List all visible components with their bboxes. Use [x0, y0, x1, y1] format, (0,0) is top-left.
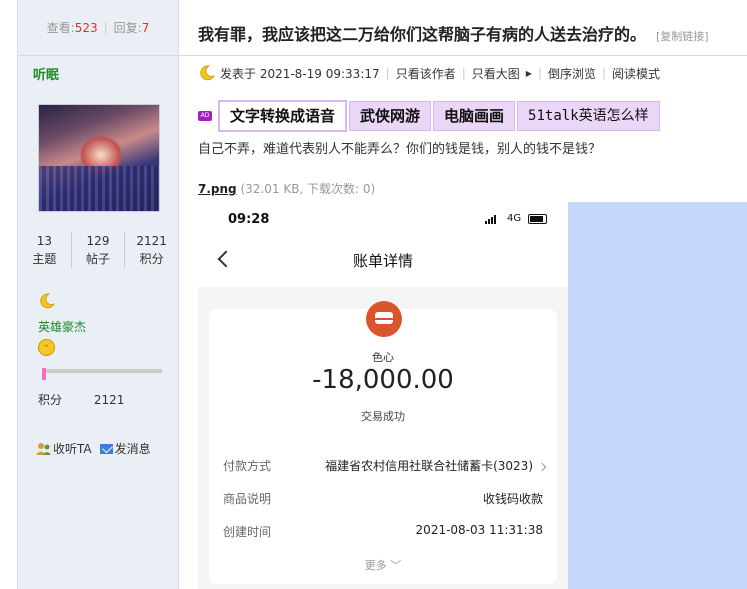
row-value: 2021-08-03 11:31:38	[415, 523, 543, 537]
more-label: 更多	[364, 559, 387, 572]
transaction-status: 交易成功	[361, 410, 405, 423]
divider: |	[537, 66, 542, 80]
divider: |	[103, 20, 108, 35]
phone-time: 09:28	[228, 212, 270, 227]
ad-bar: AD 文字转换成语音 武侠网游 电脑画画 51talk英语怎么样	[198, 100, 662, 132]
posted-time: 发表于 2021-8-19 09:33:17	[220, 66, 380, 81]
phone-nav-title: 账单详情	[352, 252, 413, 270]
row-label: 付款方式	[223, 459, 272, 473]
view-count: 523	[74, 20, 98, 35]
reverse-order-link[interactable]: 倒序浏览	[548, 65, 596, 82]
author-actions: 收听TA 发消息	[36, 440, 151, 457]
phone-status-bar: 09:28 4G	[198, 202, 568, 237]
count-posts[interactable]: 129 帖子	[72, 232, 126, 268]
count-value: 2121	[136, 234, 167, 248]
attachment-info: (32.01 KB, 下载次数: 0)	[240, 182, 376, 196]
count-label: 积分	[139, 252, 164, 266]
attached-screenshot[interactable]: 09:28 4G 账单详情 色心 -18,000.00 交易成功 付款方式 福建…	[198, 202, 568, 589]
avatar[interactable]	[38, 104, 160, 212]
chevron-down-icon: ﹀	[390, 559, 402, 572]
mail-icon	[99, 443, 113, 454]
detail-row: 创建时间 2021-08-03 11:31:38	[223, 523, 545, 540]
count-topics[interactable]: 13 主题	[18, 232, 72, 268]
post-title-text: 我有罪，我应该把这二万给你们这帮脑子有病的人送去治疗的。	[198, 25, 647, 44]
attachment: 7.png (32.01 KB, 下载次数: 0)	[198, 180, 375, 197]
points-row: 积分 2121	[38, 391, 124, 408]
more-toggle: 更多 ﹀	[209, 557, 557, 573]
message-button[interactable]: 发消息	[99, 440, 151, 457]
image-background-panel	[568, 202, 747, 589]
user-rank: 英雄豪杰	[38, 320, 87, 334]
author-sidebar: 查看: 523 | 回复: 7 听眠 13 主题 129 帖子 2121 积分 英雄豪…	[17, 0, 179, 589]
amount: -18,000.00	[312, 365, 454, 395]
merchant-name: 色心	[372, 351, 394, 364]
chevron-right-icon	[537, 462, 547, 472]
row-value: 福建省农村信用社联合社储蓄卡(3023)	[325, 457, 547, 474]
points-value: 2121	[93, 393, 125, 407]
follow-label: 收听TA	[53, 442, 92, 456]
ad-tag[interactable]: 武侠网游	[349, 101, 432, 131]
ad-tag[interactable]: 51talk英语怎么样	[517, 101, 660, 131]
points-progress-bar	[42, 368, 162, 380]
count-value: 129	[86, 234, 110, 248]
row-label: 商品说明	[223, 492, 272, 506]
row-label: 创建时间	[223, 525, 272, 539]
only-author-link[interactable]: 只看该作者	[396, 65, 456, 82]
copy-link[interactable]: [复制链接]	[656, 30, 709, 43]
follow-button[interactable]: 收听TA	[36, 440, 92, 457]
network-type: 4G	[507, 213, 522, 224]
reading-mode-link[interactable]: 阅读模式	[612, 65, 660, 82]
message-label: 发消息	[114, 442, 151, 456]
divider: |	[601, 66, 607, 80]
author-username[interactable]: 听眠	[33, 64, 59, 83]
detail-row: 商品说明 收钱码收款	[223, 490, 545, 507]
count-label: 主题	[32, 252, 57, 266]
ad-badge: AD	[198, 111, 212, 121]
avatar-art-detail	[39, 166, 159, 211]
count-value: 13	[36, 234, 52, 248]
moon-icon	[40, 293, 55, 309]
row-value: 收钱码收款	[482, 492, 543, 506]
detail-row: 付款方式 福建省农村信用社联合社储蓄卡(3023)	[223, 457, 547, 474]
bill-card: 色心 -18,000.00 交易成功 付款方式 福建省农村信用社联合社储蓄卡(3…	[209, 301, 557, 584]
battery-icon	[528, 214, 547, 224]
post-title: 我有罪，我应该把这二万给你们这帮脑子有病的人送去治疗的。 [复制链接]	[198, 21, 709, 45]
ad-tag[interactable]: 文字转换成语音	[218, 100, 348, 132]
view-label: 查看:	[46, 21, 75, 35]
follow-icon	[36, 442, 51, 455]
attachment-link[interactable]: 7.png	[198, 182, 237, 196]
ad-tag[interactable]: 电脑画画	[433, 101, 516, 131]
signal-icon	[485, 214, 496, 224]
points-progress-fill	[42, 368, 46, 380]
divider	[178, 55, 747, 56]
post-meta: 发表于 2021-8-19 09:33:17 | 只看该作者 | 只看大图 ▶ …	[198, 64, 660, 82]
merchant-logo-icon	[366, 301, 402, 337]
author-counts: 13 主题 129 帖子 2121 积分	[18, 232, 178, 268]
divider: |	[461, 66, 466, 80]
moon-icon	[200, 65, 215, 81]
points-label: 积分	[38, 393, 63, 407]
post-body: 自己不弄，难道代表别人不能弄么？你们的钱是钱，别人的钱不是钱？	[198, 142, 602, 157]
row-value-text: 福建省农村信用社联合社储蓄卡(3023)	[325, 459, 533, 473]
count-label: 帖子	[86, 252, 111, 266]
smiley-icon: ᵕ	[38, 339, 55, 356]
divider: |	[385, 66, 390, 80]
count-points[interactable]: 2121 积分	[125, 232, 178, 268]
reply-label: 回复:	[113, 21, 142, 35]
triangle-right-icon[interactable]: ▶	[526, 69, 532, 78]
thread-stats: 查看: 523 | 回复: 7	[18, 0, 178, 56]
phone-navbar: 账单详情	[198, 237, 568, 287]
reply-count: 7	[141, 20, 150, 35]
only-images-link[interactable]: 只看大图	[472, 65, 520, 82]
